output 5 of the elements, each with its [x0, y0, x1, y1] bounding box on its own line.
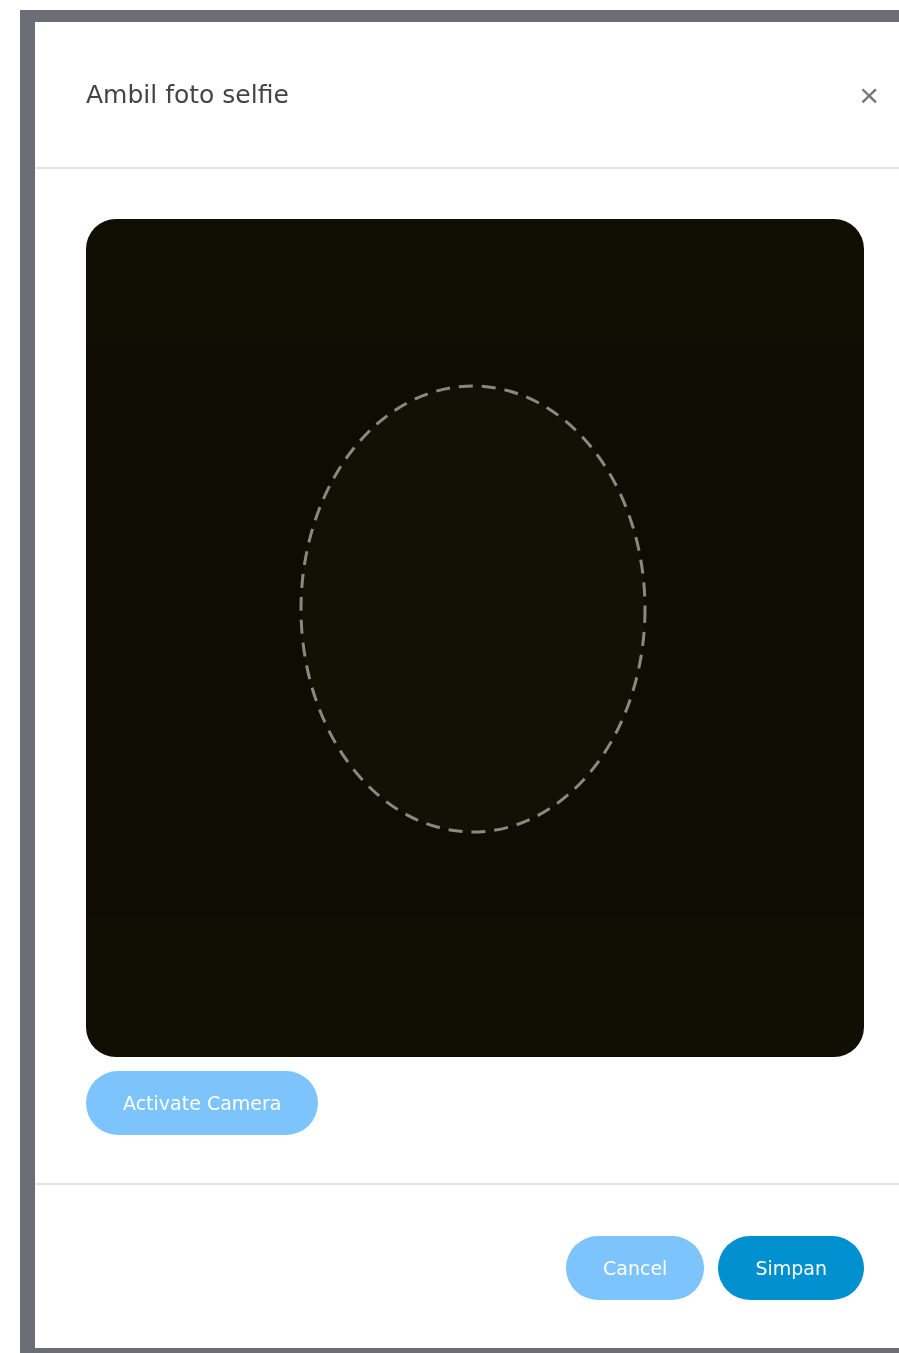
close-button[interactable]: × — [859, 77, 879, 112]
save-button[interactable]: Simpan — [718, 1236, 864, 1300]
activate-camera-button[interactable]: Activate Camera — [86, 1071, 319, 1135]
cancel-button[interactable]: Cancel — [566, 1236, 705, 1300]
dialog-title: Ambil foto selfie — [86, 80, 289, 109]
